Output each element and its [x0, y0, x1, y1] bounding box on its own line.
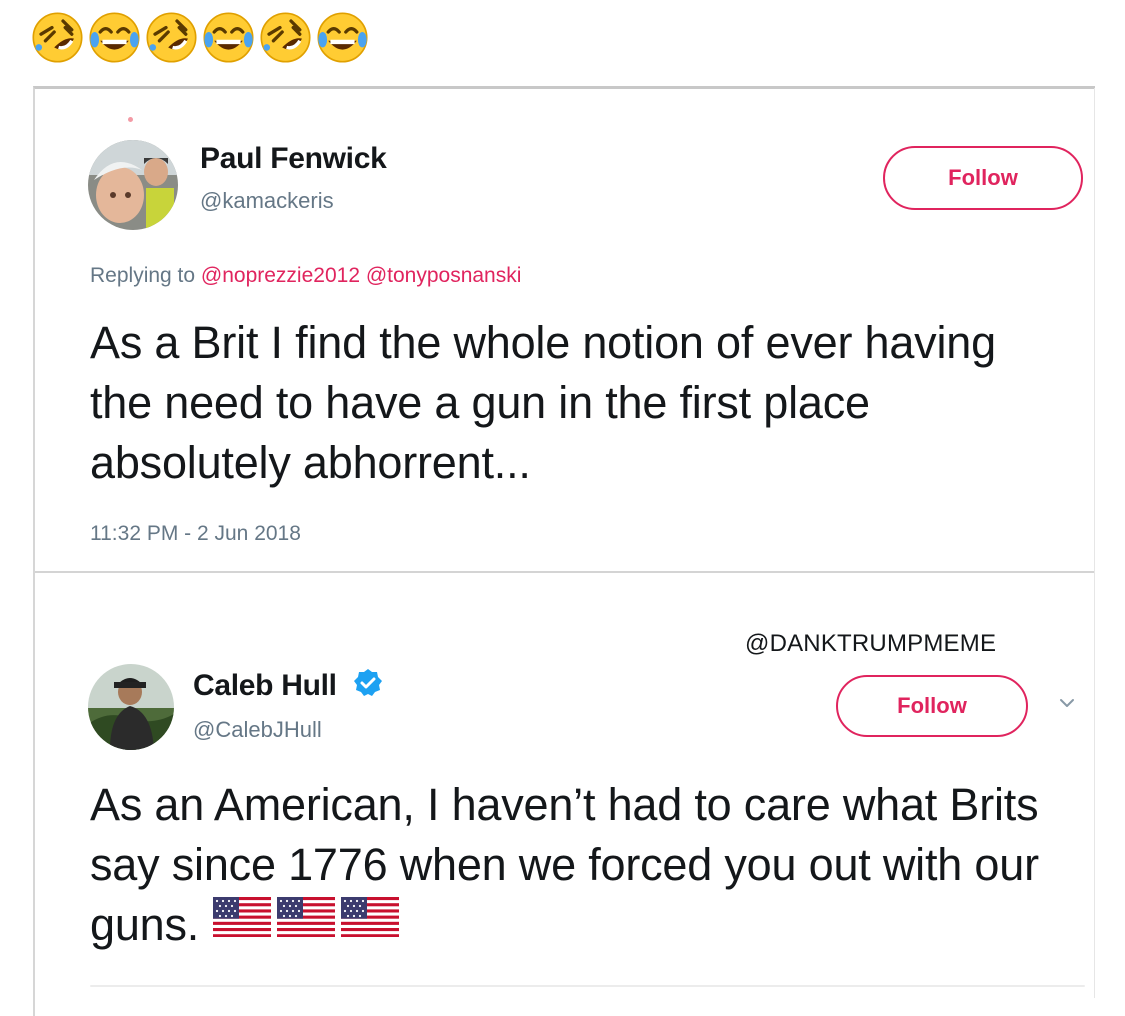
- reply-mentions[interactable]: @noprezzie2012 @tonyposnanski: [201, 264, 522, 287]
- tweet-text: As a Brit I find the whole notion of eve…: [90, 317, 996, 488]
- author-handle[interactable]: @CalebJHull: [193, 717, 322, 743]
- embedded-card-edge: [90, 985, 1085, 987]
- frame-edge: [1094, 88, 1095, 998]
- emoji-row: [30, 10, 370, 65]
- avatar[interactable]: [88, 140, 178, 230]
- us-flag-icon: [277, 892, 336, 952]
- rofl-emoji: [30, 10, 85, 65]
- replying-prefix: Replying to: [90, 264, 196, 287]
- us-flag-icon: [213, 892, 272, 952]
- tweet-timestamp[interactable]: 11:32 PM - 2 Jun 2018: [90, 522, 301, 546]
- tweet-divider: [35, 571, 1094, 573]
- rofl-emoji: [144, 10, 199, 65]
- chevron-down-icon[interactable]: [1058, 696, 1076, 715]
- author-name[interactable]: Paul Fenwick: [200, 142, 387, 176]
- joy-emoji: [201, 10, 256, 65]
- watermark: @DANKTRUMPMEME: [745, 630, 997, 657]
- verified-badge-icon: [353, 668, 383, 706]
- avatar[interactable]: [88, 664, 174, 750]
- follow-button[interactable]: Follow: [836, 675, 1028, 737]
- rofl-emoji: [258, 10, 313, 65]
- us-flag-icon: [341, 892, 400, 952]
- follow-button[interactable]: Follow: [883, 146, 1083, 210]
- replying-to: Replying to @noprezzie2012 @tonyposnansk…: [90, 264, 521, 288]
- author-name[interactable]: Caleb Hull: [193, 668, 383, 706]
- joy-emoji: [315, 10, 370, 65]
- joy-emoji: [87, 10, 142, 65]
- decorative-dot: [128, 117, 133, 122]
- author-handle[interactable]: @kamackeris: [200, 188, 334, 214]
- flag-emoji-group: [213, 892, 400, 952]
- author-name-text[interactable]: Caleb Hull: [193, 669, 337, 702]
- tweet-text: As an American, I haven’t had to care wh…: [90, 775, 1080, 958]
